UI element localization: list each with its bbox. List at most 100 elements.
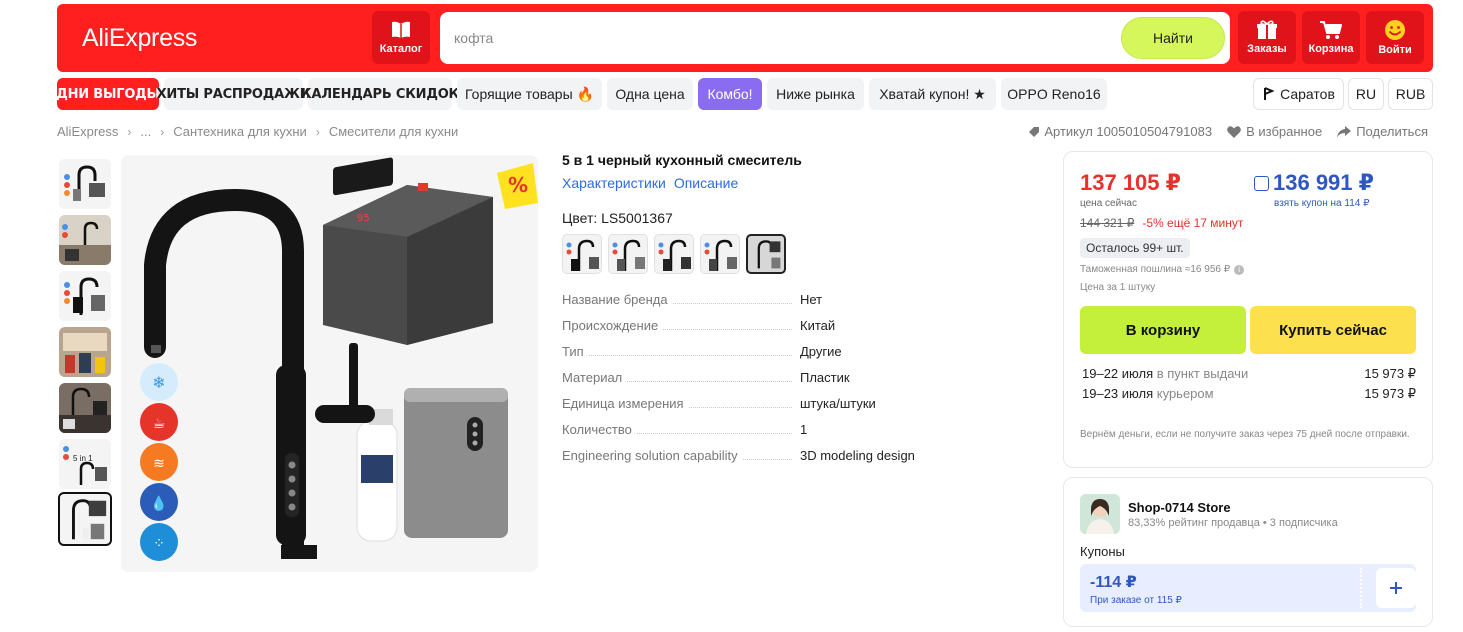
promo-chip-one-price[interactable]: Одна цена <box>607 78 693 110</box>
spec-key: Единица измерения <box>562 396 688 411</box>
store-avatar[interactable] <box>1080 494 1120 534</box>
login-label: Войти <box>1378 44 1412 56</box>
store-coupon[interactable]: -114 ₽ При заказе от 115 ₽ <box>1080 564 1416 612</box>
spec-value: Нет <box>800 292 823 307</box>
promo-chip-sale-hits[interactable]: ХИТЫ РАСПРОДАЖИ <box>157 78 311 110</box>
search-button[interactable]: Найти <box>1121 17 1225 59</box>
buy-box: 137 105 ₽ цена сейчас 136 991 ₽ взять ку… <box>1063 151 1433 468</box>
catalog-button[interactable]: Каталог <box>372 11 430 64</box>
currency-selector[interactable]: RUB <box>1388 78 1433 110</box>
promo-chip-grab-coupon[interactable]: Хватай купон! ★ <box>869 78 996 110</box>
color-swatch-5-selected[interactable] <box>746 234 786 274</box>
language-selector[interactable]: RU <box>1348 78 1384 110</box>
svg-text:⁘: ⁘ <box>153 536 165 552</box>
login-button[interactable]: Войти <box>1366 11 1424 64</box>
store-avatar-image <box>1080 494 1120 534</box>
color-swatches <box>562 234 786 274</box>
coupon-condition: При заказе от 115 ₽ <box>1090 595 1182 606</box>
spec-key: Материал <box>562 370 627 385</box>
thumbnail-4[interactable] <box>59 327 111 377</box>
spec-value: 3D modeling design <box>800 448 915 463</box>
current-price-label: цена сейчас <box>1080 198 1137 209</box>
tag-icon <box>1029 126 1040 137</box>
swatch-image <box>757 240 781 269</box>
promo-chip-oppo[interactable]: OPPO Reno16 <box>1001 78 1107 110</box>
delivery-date: 19–22 июля <box>1082 366 1154 381</box>
spec-row: Engineering solution capability 3D modeli… <box>562 446 942 472</box>
coupon-checkbox[interactable] <box>1254 175 1269 191</box>
color-swatch-1[interactable] <box>562 234 602 274</box>
spec-row: Тип Другие <box>562 342 942 368</box>
store-name[interactable]: Shop-0714 Store <box>1128 500 1231 515</box>
gift-box-icon <box>1257 20 1277 39</box>
tab-description[interactable]: Описание <box>674 175 738 191</box>
tab-specs[interactable]: Характеристики <box>562 175 666 191</box>
discount-badge-label: % <box>508 173 529 197</box>
coupon-amount: -114 ₽ <box>1090 574 1137 591</box>
breadcrumb-item-kitchen-faucets[interactable]: Смесители для кухни <box>329 124 458 139</box>
aliexpress-logo[interactable]: AliExpress <box>82 24 197 53</box>
share-button[interactable]: Поделиться <box>1336 124 1428 139</box>
old-price-row: 144 321 ₽ -5% ещё 17 минут <box>1080 216 1243 230</box>
coupon-price-option[interactable]: 136 991 ₽ <box>1254 170 1374 196</box>
breadcrumb-item-home[interactable]: AliExpress <box>57 124 118 139</box>
thumbnail-7-selected[interactable] <box>58 492 112 546</box>
article-number[interactable]: Артикул 1005010504791083 <box>1028 124 1212 139</box>
spec-key: Происхождение <box>562 318 663 333</box>
spec-value: Китай <box>800 318 836 333</box>
search-box: Найти <box>440 12 1230 64</box>
svg-text:95: 95 <box>357 213 370 224</box>
smiley-icon <box>1385 20 1405 40</box>
svg-text:≋: ≋ <box>153 456 165 472</box>
price-per-unit: Цена за 1 штуку <box>1080 282 1156 293</box>
promo-chip-below-market[interactable]: Ниже рынка <box>767 78 864 110</box>
cart-icon <box>1320 21 1342 39</box>
product-thumbnail-image <box>59 159 111 209</box>
spec-value: Пластик <box>800 370 850 385</box>
search-input[interactable] <box>454 24 1094 52</box>
promo-chip-profit-days[interactable]: ДНИ ВЫГОДЫ <box>56 78 160 110</box>
favorite-button[interactable]: В избранное <box>1226 124 1322 139</box>
cart-button[interactable]: Корзина <box>1302 11 1360 64</box>
coupon-price: 136 991 ₽ <box>1273 170 1374 195</box>
heart-icon <box>1227 125 1241 138</box>
promo-chip-combo[interactable]: Комбо! <box>698 78 762 110</box>
spec-row: Происхождение Китай <box>562 316 942 342</box>
buy-now-button[interactable]: Купить сейчас <box>1250 306 1416 354</box>
breadcrumb-item-more[interactable]: ... <box>140 124 151 139</box>
thumbnail-3[interactable] <box>59 271 111 321</box>
coupons-label: Купоны <box>1080 544 1125 559</box>
old-price: 144 321 ₽ <box>1080 216 1135 230</box>
color-swatch-4[interactable] <box>700 234 740 274</box>
thumbnail-1[interactable] <box>59 159 111 209</box>
coupon-price-label[interactable]: взять купон на 114 ₽ <box>1274 198 1369 209</box>
customs-duty: Таможенная пошлина ≈16 956 ₽ i <box>1080 264 1245 275</box>
cart-label: Корзина <box>1308 43 1354 55</box>
discount-timer: -5% ещё 17 минут <box>1142 216 1244 230</box>
main-product-image[interactable]: 95 ❄ ☕ ≋ 💧 ⁘ % <box>121 155 538 572</box>
spec-key: Название бренда <box>562 292 672 307</box>
add-to-cart-button[interactable]: В корзину <box>1080 306 1246 354</box>
delivery-option-pickup[interactable]: 19–22 июля в пункт выдачи 15 973 ₽ <box>1082 366 1416 381</box>
thumbnail-5[interactable] <box>59 383 111 433</box>
plus-icon <box>1390 582 1402 594</box>
orders-button[interactable]: Заказы <box>1238 11 1296 64</box>
location-pin-icon <box>1264 87 1275 100</box>
swatch-image <box>612 239 645 271</box>
promo-chip-hot-goods[interactable]: Горящие товары 🔥 <box>457 78 602 110</box>
delivery-method: курьером <box>1156 386 1214 401</box>
city-selector[interactable]: Саратов <box>1253 78 1344 110</box>
spec-row: Материал Пластик <box>562 368 942 394</box>
info-icon[interactable]: i <box>1234 264 1245 275</box>
breadcrumb-item-kitchen-plumbing[interactable]: Сантехника для кухни <box>173 124 307 139</box>
promo-chip-discount-calendar[interactable]: КАЛЕНДАРЬ СКИДОК <box>301 78 459 110</box>
thumbnail-2[interactable] <box>59 215 111 265</box>
add-coupon-button[interactable] <box>1376 568 1416 608</box>
breadcrumb: AliExpress › ... › Сантехника для кухни … <box>57 124 458 139</box>
product-thumbnail-image <box>59 271 111 321</box>
delivery-option-courier[interactable]: 19–23 июля курьером 15 973 ₽ <box>1082 386 1416 401</box>
color-swatch-3[interactable] <box>654 234 694 274</box>
color-swatch-2[interactable] <box>608 234 648 274</box>
spec-row: Название бренда Нет <box>562 290 942 316</box>
thumbnail-6[interactable]: 5 in 1 <box>59 439 111 489</box>
